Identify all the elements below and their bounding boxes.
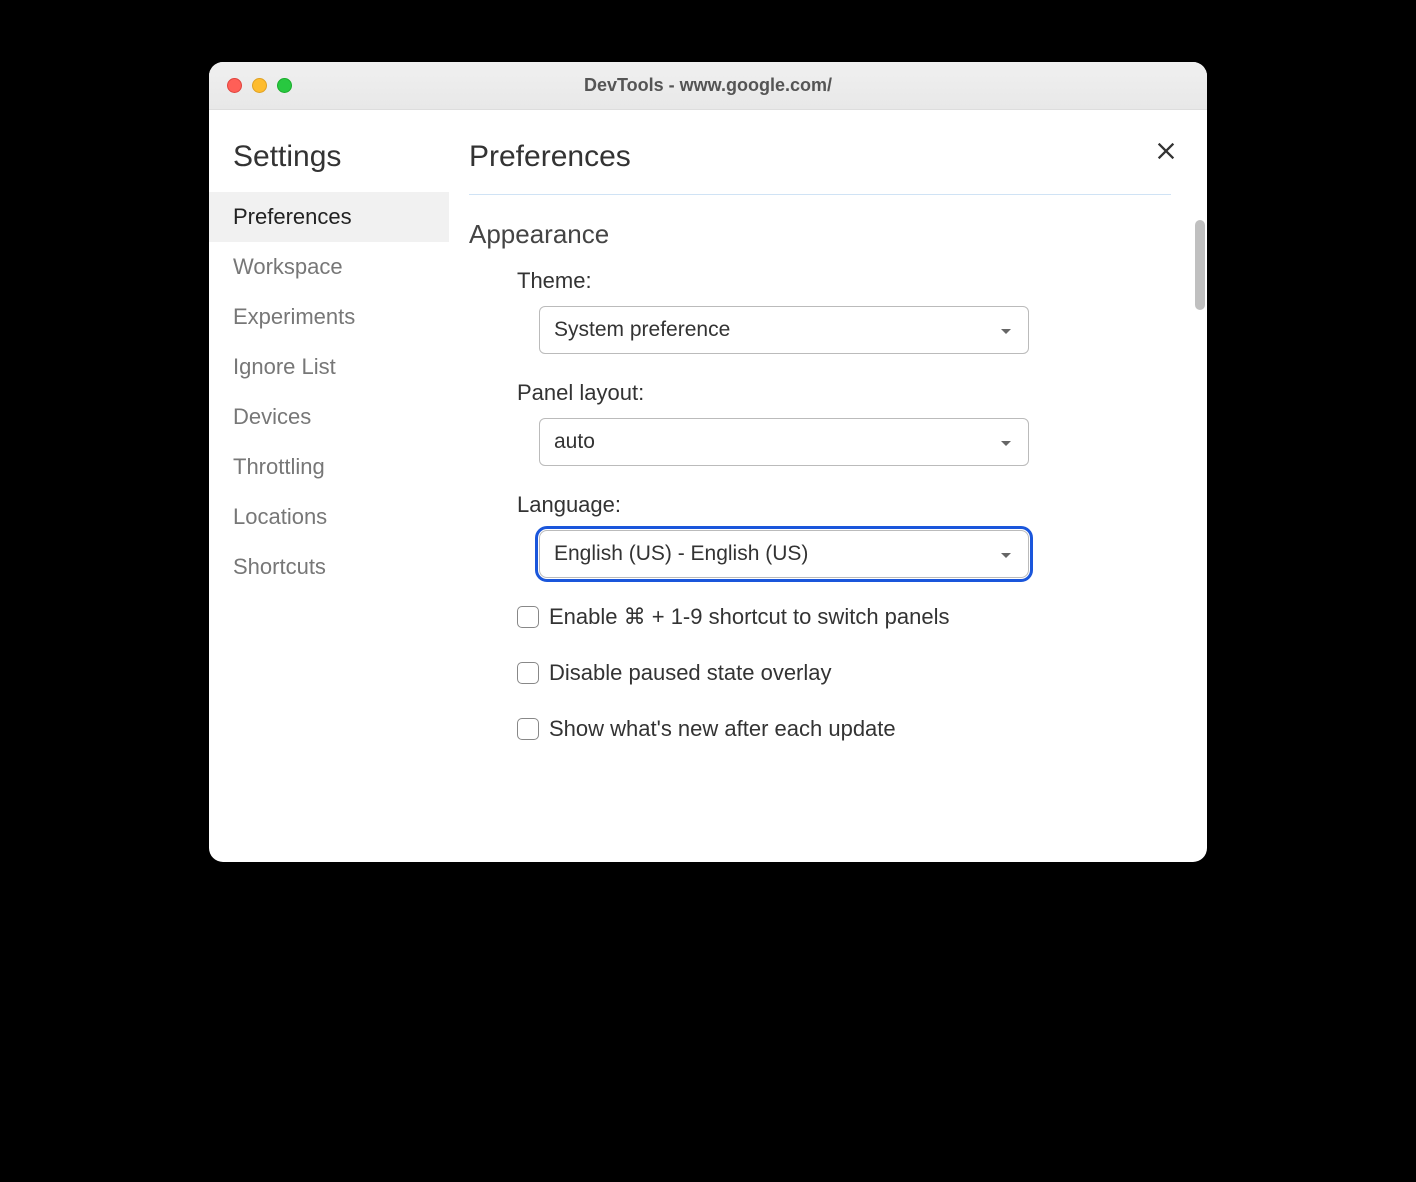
section-title-appearance: Appearance — [469, 219, 1171, 250]
theme-select[interactable]: System preference — [539, 306, 1029, 354]
panel-layout-select-wrap: auto — [539, 418, 1029, 466]
content-area: Settings Preferences Workspace Experimen… — [209, 110, 1207, 862]
theme-select-wrap: System preference — [539, 306, 1029, 354]
chevron-down-icon — [1000, 542, 1012, 566]
sidebar-item-label: Experiments — [233, 304, 355, 329]
devtools-settings-window: DevTools - www.google.com/ Settings Pref… — [209, 62, 1207, 862]
sidebar-item-label: Locations — [233, 504, 327, 529]
setting-panel-layout: Panel layout: auto — [517, 380, 1171, 466]
chevron-down-icon — [1000, 318, 1012, 342]
checkbox-input[interactable] — [517, 606, 539, 628]
sidebar-item-workspace[interactable]: Workspace — [209, 242, 449, 292]
window-minimize-button[interactable] — [252, 78, 267, 93]
panel-layout-select-value: auto — [554, 430, 595, 454]
chevron-down-icon — [1000, 430, 1012, 454]
checkbox-label: Show what's new after each update — [549, 716, 896, 742]
checkbox-enable-shortcut[interactable]: Enable ⌘ + 1-9 shortcut to switch panels — [517, 604, 1171, 630]
sidebar-item-preferences[interactable]: Preferences — [209, 192, 449, 242]
panel-layout-label: Panel layout: — [517, 380, 1171, 406]
theme-label: Theme: — [517, 268, 1171, 294]
checkbox-label: Enable ⌘ + 1-9 shortcut to switch panels — [549, 604, 950, 630]
window-title: DevTools - www.google.com/ — [209, 75, 1207, 96]
sidebar-item-ignore-list[interactable]: Ignore List — [209, 342, 449, 392]
page-title: Preferences — [469, 140, 1171, 195]
window-maximize-button[interactable] — [277, 78, 292, 93]
sidebar-item-experiments[interactable]: Experiments — [209, 292, 449, 342]
language-select[interactable]: English (US) - English (US) — [539, 530, 1029, 578]
setting-language: Language: English (US) - English (US) — [517, 492, 1171, 578]
sidebar-item-label: Devices — [233, 404, 311, 429]
theme-select-value: System preference — [554, 318, 730, 342]
sidebar-item-label: Preferences — [233, 204, 352, 229]
sidebar-item-label: Shortcuts — [233, 554, 326, 579]
checkbox-input[interactable] — [517, 662, 539, 684]
checkbox-show-whats-new[interactable]: Show what's new after each update — [517, 716, 1171, 742]
scrollbar-thumb[interactable] — [1195, 220, 1205, 310]
sidebar-item-shortcuts[interactable]: Shortcuts — [209, 542, 449, 592]
language-select-wrap: English (US) - English (US) — [539, 530, 1029, 578]
sidebar-item-label: Ignore List — [233, 354, 336, 379]
checkbox-input[interactable] — [517, 718, 539, 740]
traffic-lights — [227, 78, 292, 93]
main-panel: Preferences Appearance Theme: System pre… — [449, 110, 1207, 862]
language-select-value: English (US) - English (US) — [554, 542, 808, 566]
settings-sidebar: Settings Preferences Workspace Experimen… — [209, 110, 449, 862]
close-icon — [1155, 140, 1177, 162]
checkbox-disable-paused-overlay[interactable]: Disable paused state overlay — [517, 660, 1171, 686]
sidebar-item-throttling[interactable]: Throttling — [209, 442, 449, 492]
language-label: Language: — [517, 492, 1171, 518]
sidebar-item-locations[interactable]: Locations — [209, 492, 449, 542]
setting-theme: Theme: System preference — [517, 268, 1171, 354]
sidebar-item-devices[interactable]: Devices — [209, 392, 449, 442]
sidebar-item-label: Throttling — [233, 454, 325, 479]
window-close-button[interactable] — [227, 78, 242, 93]
close-settings-button[interactable] — [1155, 140, 1177, 167]
window-titlebar: DevTools - www.google.com/ — [209, 62, 1207, 110]
sidebar-item-label: Workspace — [233, 254, 343, 279]
panel-layout-select[interactable]: auto — [539, 418, 1029, 466]
sidebar-title: Settings — [209, 140, 449, 192]
checkbox-label: Disable paused state overlay — [549, 660, 832, 686]
